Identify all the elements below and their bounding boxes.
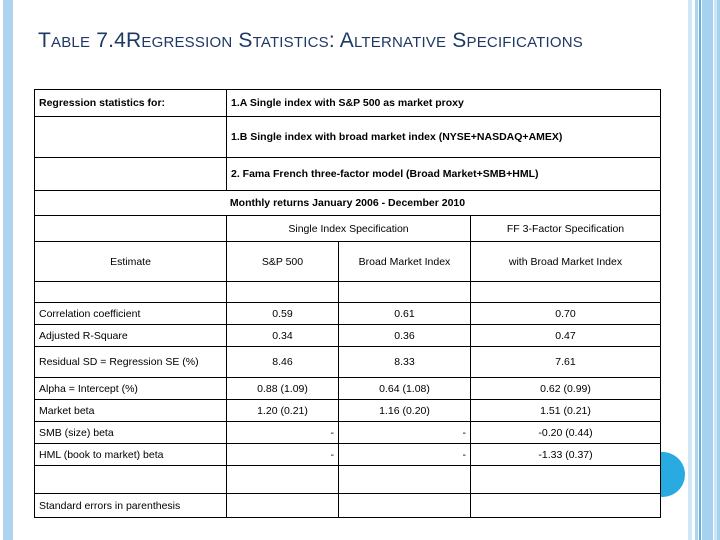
regression-statistics-table: Regression statistics for: 1.A Single in…	[33, 89, 662, 518]
blank-cell	[469, 465, 662, 494]
row-label: Alpha = Intercept (%)	[34, 377, 227, 400]
table-row	[34, 281, 662, 303]
table-row: Single Index Specification FF 3-Factor S…	[34, 215, 662, 242]
row-label: Market beta	[34, 399, 227, 422]
row-value-sp500: 0.59	[226, 302, 339, 325]
table-row: Alpha = Intercept (%) 0.88 (1.09) 0.64 (…	[34, 377, 662, 400]
row-value-ff3: 0.62 (0.99)	[469, 377, 662, 400]
row-value-broad-market: 8.33	[338, 346, 471, 378]
row-value-ff3: 7.61	[469, 346, 662, 378]
row-value-sp500: 8.46	[226, 346, 339, 378]
row-value-ff3: 1.51 (0.21)	[469, 399, 662, 422]
row-value-sp500: 0.34	[226, 324, 339, 347]
column-header-broad-market-index: Broad Market Index	[338, 241, 471, 282]
blank-cell	[226, 281, 339, 303]
spacer-cell	[34, 157, 227, 191]
row-value-broad-market: -	[338, 443, 471, 466]
spec-label-cell: Regression statistics for:	[34, 89, 227, 117]
row-value-broad-market: 0.36	[338, 324, 471, 347]
row-value-broad-market: 1.16 (0.20)	[338, 399, 471, 422]
row-label: Residual SD = Regression SE (%)	[34, 346, 227, 378]
table-row: Adjusted R-Square 0.34 0.36 0.47	[34, 324, 662, 347]
column-header-estimate: Estimate	[34, 241, 227, 282]
table-row: 1.B Single index with broad market index…	[34, 116, 662, 158]
spacer-cell	[34, 116, 227, 158]
table-row	[34, 465, 662, 494]
blank-cell	[226, 465, 339, 494]
table-row: Regression statistics for: 1.A Single in…	[34, 89, 662, 117]
row-label: Adjusted R-Square	[34, 324, 227, 347]
row-value-broad-market: -	[338, 421, 471, 444]
group-header-single-index: Single Index Specification	[226, 215, 471, 242]
table-row: Residual SD = Regression SE (%) 8.46 8.3…	[34, 346, 662, 378]
row-value-broad-market: 0.64 (1.08)	[338, 377, 471, 400]
blank-cell	[34, 465, 227, 494]
table-row: HML (book to market) beta - - -1.33 (0.3…	[34, 443, 662, 466]
row-value-sp500: -	[226, 443, 339, 466]
blank-cell	[338, 465, 471, 494]
table-row: Correlation coefficient 0.59 0.61 0.70	[34, 302, 662, 325]
table-row: Estimate S&P 500 Broad Market Index with…	[34, 241, 662, 282]
row-value-sp500: -	[226, 421, 339, 444]
table-row: 2. Fama French three-factor model (Broad…	[34, 157, 662, 191]
row-value-broad-market: 0.61	[338, 302, 471, 325]
period-note-cell: Monthly returns January 2006 - December …	[33, 190, 662, 216]
blank-cell	[34, 281, 227, 303]
row-value-ff3: 0.70	[469, 302, 662, 325]
blank-cell	[338, 493, 471, 518]
row-value-sp500: 0.88 (1.09)	[226, 377, 339, 400]
group-header-ff-3-factor: FF 3-Factor Specification	[469, 215, 662, 242]
row-label: HML (book to market) beta	[34, 443, 227, 466]
right-edge-stripe-1	[688, 0, 692, 540]
blank-cell	[469, 493, 662, 518]
page-title: Table 7.4Regression Statistics: Alternat…	[38, 29, 583, 52]
blank-cell	[338, 281, 471, 303]
specification-2-cell: 2. Fama French three-factor model (Broad…	[225, 157, 662, 191]
specification-1b-cell: 1.B Single index with broad market index…	[225, 116, 662, 158]
row-value-ff3: -1.33 (0.37)	[469, 443, 662, 466]
row-label: SMB (size) beta	[34, 421, 227, 444]
row-value-ff3: -0.20 (0.44)	[469, 421, 662, 444]
blank-cell	[226, 493, 339, 518]
right-edge-stripe-2	[695, 0, 698, 540]
table-row: Market beta 1.20 (0.21) 1.16 (0.20) 1.51…	[34, 399, 662, 422]
blank-cell	[469, 281, 662, 303]
row-value-ff3: 0.47	[469, 324, 662, 347]
footnote-cell: Standard errors in parenthesis	[34, 493, 227, 518]
row-label: Correlation coefficient	[34, 302, 227, 325]
empty-corner-cell	[34, 215, 227, 242]
left-edge-stripe	[3, 0, 13, 540]
column-header-with-broad-market-index: with Broad Market Index	[469, 241, 662, 282]
table-row: Monthly returns January 2006 - December …	[33, 190, 662, 216]
row-value-sp500: 1.20 (0.21)	[226, 399, 339, 422]
table-row: Standard errors in parenthesis	[34, 493, 662, 518]
right-edge-stripe-4	[702, 0, 713, 540]
specification-1a-cell: 1.A Single index with S&P 500 as market …	[225, 89, 662, 117]
right-edge-stripe-3	[699, 0, 701, 540]
table-row: SMB (size) beta - - -0.20 (0.44)	[34, 421, 662, 444]
column-header-sp500: S&P 500	[226, 241, 339, 282]
